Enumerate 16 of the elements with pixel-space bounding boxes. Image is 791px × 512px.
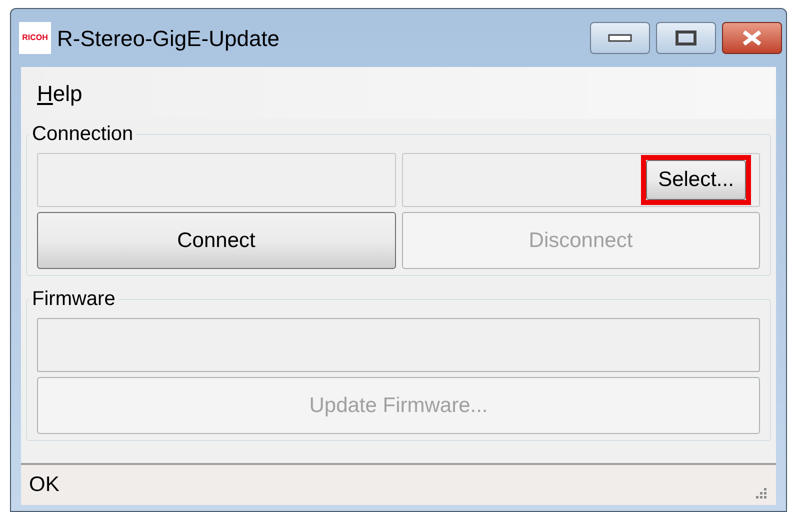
maximize-button[interactable]	[656, 22, 716, 54]
push-button[interactable]: Connect	[37, 212, 396, 269]
maximize-icon	[675, 30, 697, 46]
minimize-button[interactable]	[590, 22, 650, 54]
minimize-icon	[608, 34, 632, 42]
push-button[interactable]: Select...	[646, 160, 746, 200]
input-field[interactable]: Select...	[402, 153, 760, 207]
group-title: Firmware	[31, 287, 116, 312]
window-title: R-Stereo-GigE-Update	[57, 24, 280, 53]
close-button[interactable]	[722, 22, 782, 54]
app-logo: RICOH	[19, 22, 51, 54]
status-text: OK	[29, 472, 60, 498]
input-field[interactable]	[37, 153, 396, 207]
menu-item[interactable]: Help	[37, 76, 82, 110]
close-icon	[741, 30, 763, 46]
group-title: Connection	[31, 122, 134, 147]
